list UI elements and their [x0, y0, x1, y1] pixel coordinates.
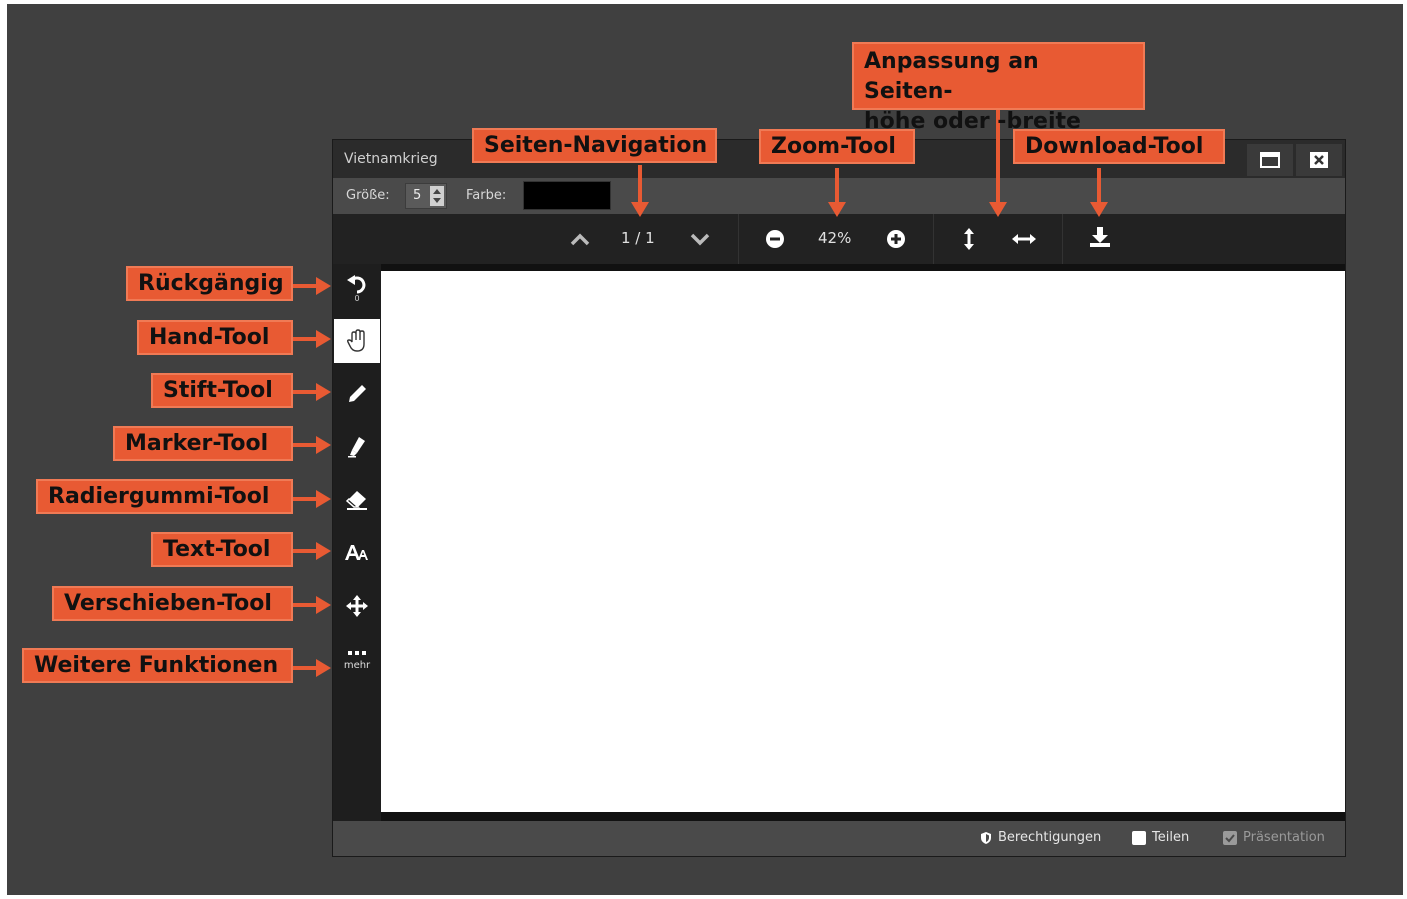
callout-marker: Marker-Tool — [113, 426, 293, 461]
callout-page-navigation: Seiten-Navigation — [472, 128, 717, 163]
callout-more: Weitere Funktionen — [22, 648, 293, 683]
callout-pen: Stift-Tool — [151, 373, 293, 408]
callout-hand: Hand-Tool — [137, 320, 293, 355]
callout-download: Download-Tool — [1013, 129, 1225, 164]
callout-move: Verschieben-Tool — [52, 586, 293, 621]
callout-undo: Rückgängig — [126, 266, 293, 301]
callout-fit: Anpassung an Seiten- höhe oder -breite — [852, 42, 1145, 134]
callout-eraser: Radiergummi-Tool — [36, 479, 293, 514]
callout-text: Text-Tool — [151, 532, 293, 567]
